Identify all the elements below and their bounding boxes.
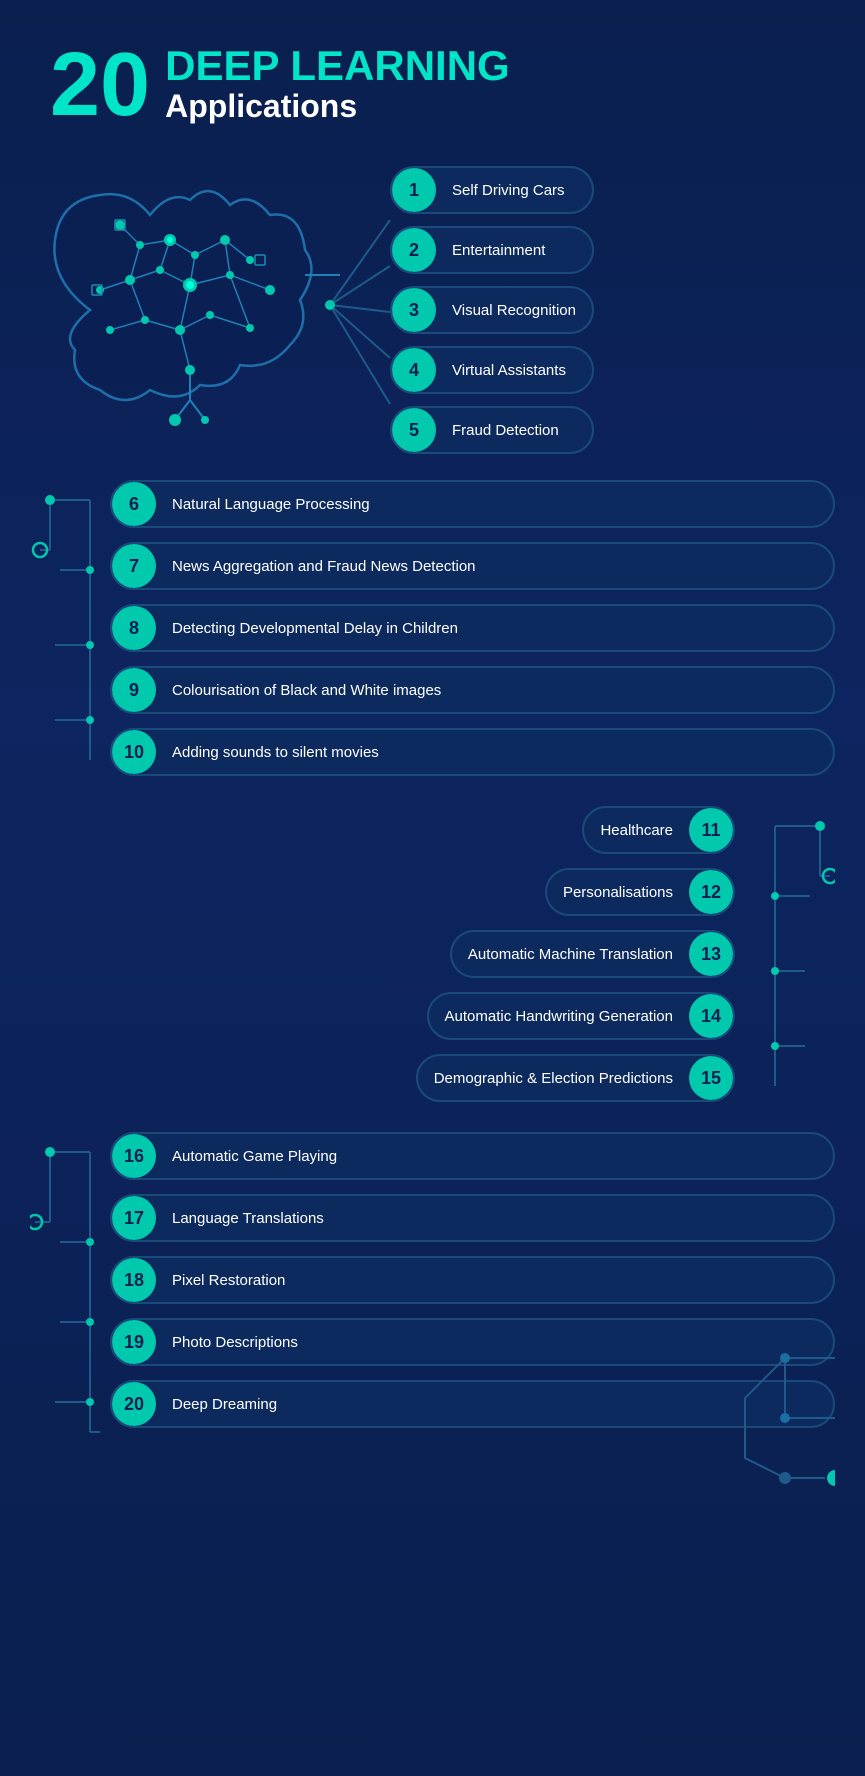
item-label: Automatic Machine Translation (452, 946, 689, 963)
list-item: 10 Adding sounds to silent movies (110, 728, 835, 776)
header: 20 DEEP LEARNING Applications (30, 40, 835, 130)
item-label: News Aggregation and Fraud News Detectio… (156, 558, 492, 575)
item-label: Automatic Handwriting Generation (429, 1008, 689, 1025)
item-number: 19 (112, 1320, 156, 1364)
item-label: Demographic & Election Predictions (418, 1070, 689, 1087)
item-number: 8 (112, 606, 156, 650)
item-number: 6 (112, 482, 156, 526)
section-6-10: 6 Natural Language Processing 7 News Agg… (30, 480, 835, 776)
item-label: Automatic Game Playing (156, 1148, 353, 1165)
header-number: 20 (50, 40, 150, 130)
item-label: Colourisation of Black and White images (156, 682, 457, 699)
item-label: Natural Language Processing (156, 496, 386, 513)
item-number: 15 (689, 1056, 733, 1100)
list-item: 7 News Aggregation and Fraud News Detect… (110, 542, 835, 590)
section-11-15: 11 Healthcare 12 Personalisations 13 Aut… (30, 806, 835, 1102)
items-6-10-list: 6 Natural Language Processing 7 News Agg… (110, 480, 835, 776)
header-subtitle: Applications (165, 87, 510, 125)
item-number: 11 (689, 808, 733, 852)
item-label: Self Driving Cars (436, 182, 581, 199)
header-text: DEEP LEARNING Applications (165, 45, 510, 125)
item-label: Personalisations (547, 884, 689, 901)
list-item: 11 Healthcare (582, 806, 735, 854)
item-label: Virtual Assistants (436, 362, 582, 379)
list-item: 14 Automatic Handwriting Generation (427, 992, 735, 1040)
item-label: Fraud Detection (436, 422, 575, 439)
list-item: 15 Demographic & Election Predictions (416, 1054, 735, 1102)
list-item: 8 Detecting Developmental Delay in Child… (110, 604, 835, 652)
item-label: Photo Descriptions (156, 1334, 314, 1351)
item-number: 12 (689, 870, 733, 914)
list-item: 16 Automatic Game Playing (110, 1132, 835, 1180)
section-brain: 1 Self Driving Cars 2 Entertainment 3 Vi… (30, 160, 835, 460)
list-item: 6 Natural Language Processing (110, 480, 835, 528)
item-label: Deep Dreaming (156, 1396, 293, 1413)
item-label: Detecting Developmental Delay in Childre… (156, 620, 474, 637)
list-item: 9 Colourisation of Black and White image… (110, 666, 835, 714)
item-label: Adding sounds to silent movies (156, 744, 395, 761)
brain-graphic (30, 160, 370, 460)
item-number: 10 (112, 730, 156, 774)
item-number: 14 (689, 994, 733, 1038)
list-item: 13 Automatic Machine Translation (450, 930, 735, 978)
item-label: Visual Recognition (436, 302, 592, 319)
list-item: 18 Pixel Restoration (110, 1256, 835, 1304)
item-number: 17 (112, 1196, 156, 1240)
item-label: Healthcare (584, 822, 689, 839)
item-number: 18 (112, 1258, 156, 1302)
item-label: Pixel Restoration (156, 1272, 301, 1289)
item-number: 16 (112, 1134, 156, 1178)
item-number: 7 (112, 544, 156, 588)
item-number: 20 (112, 1382, 156, 1426)
section-16-20: 16 Automatic Game Playing 17 Language Tr… (30, 1132, 835, 1428)
list-item: 12 Personalisations (545, 868, 735, 916)
item-number: 13 (689, 932, 733, 976)
page-container: 20 DEEP LEARNING Applications (0, 0, 865, 1776)
item-label: Entertainment (436, 242, 561, 259)
item-number: 9 (112, 668, 156, 712)
item-label: Language Translations (156, 1210, 340, 1227)
list-item: 17 Language Translations (110, 1194, 835, 1242)
items-11-15-list: 11 Healthcare 12 Personalisations 13 Aut… (30, 806, 735, 1102)
header-title: DEEP LEARNING (165, 45, 510, 87)
